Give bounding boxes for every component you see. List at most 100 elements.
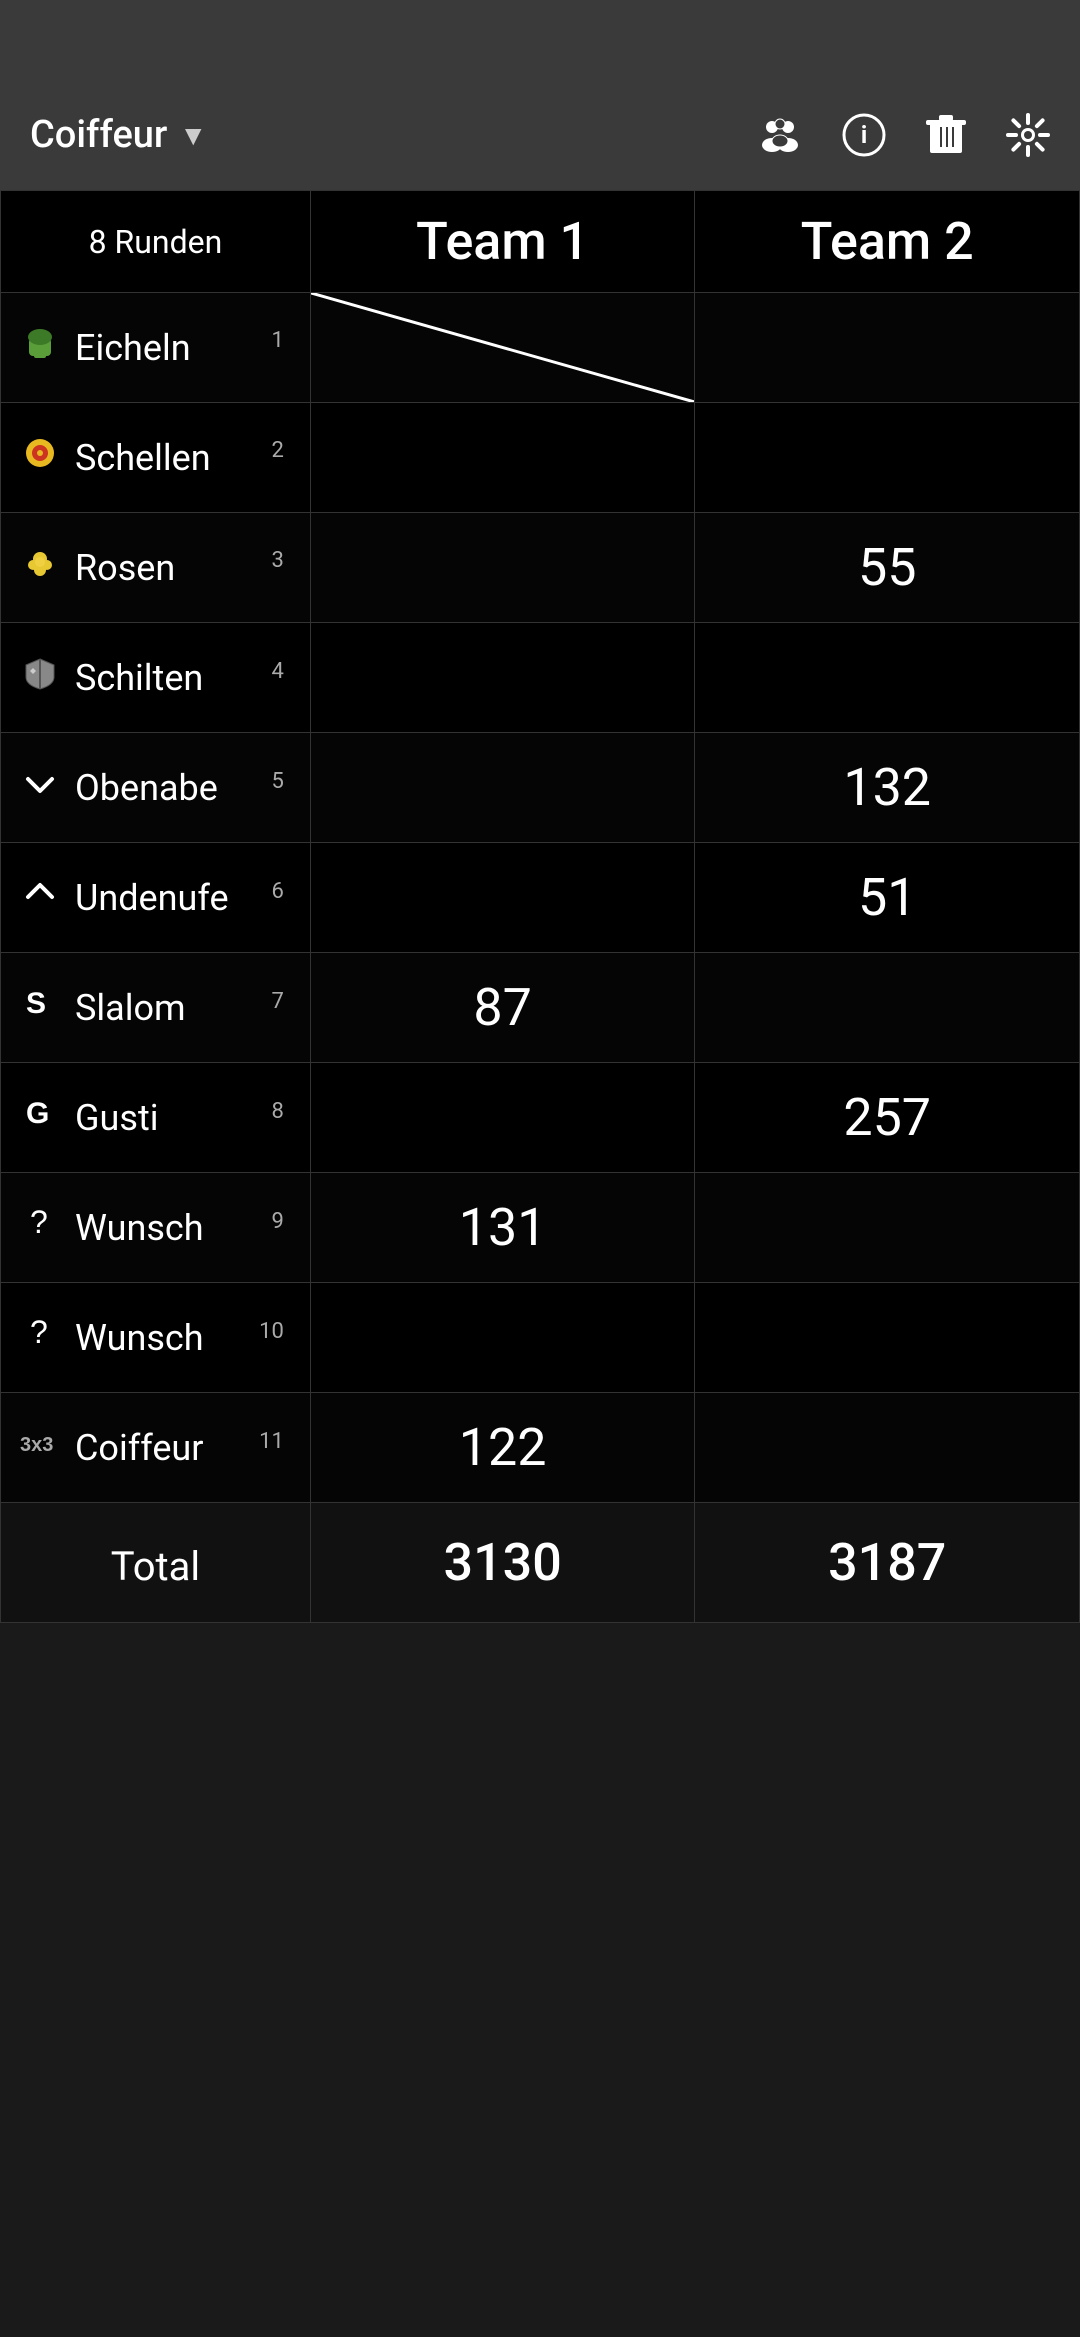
toolbar-icons: i xyxy=(758,113,1050,157)
eicheln-icon xyxy=(17,324,63,371)
info-icon[interactable]: i xyxy=(842,113,886,157)
wunsch-icon: ? xyxy=(17,1315,63,1360)
row-label-8[interactable]: ? Wunsch 9 xyxy=(1,1173,311,1283)
gusti-icon: G xyxy=(17,1095,63,1140)
round-number: 9 xyxy=(272,1209,284,1234)
row-7-team1-value[interactable] xyxy=(310,1063,695,1173)
row-label-text: Undenufe xyxy=(75,877,229,919)
rosen-icon xyxy=(17,544,63,591)
row-label-6[interactable]: S Slalom 7 xyxy=(1,953,311,1063)
row-9-team1-value[interactable] xyxy=(310,1283,695,1393)
main-table: 8 Runden Team 1 Team 2 Eicheln1Schellen2… xyxy=(0,190,1080,1623)
table-row[interactable]: Rosen 3 55 xyxy=(1,513,1080,623)
row-4-team1-value[interactable] xyxy=(310,733,695,843)
header-team1[interactable]: Team 1 xyxy=(310,191,695,293)
schellen-icon xyxy=(17,434,63,481)
row-1-team1-value[interactable] xyxy=(310,403,695,513)
round-number: 8 xyxy=(272,1099,284,1124)
row-label-text: Wunsch xyxy=(75,1207,204,1249)
row-label-2[interactable]: Rosen 3 xyxy=(1,513,311,623)
row-label-3[interactable]: Schilten 4 xyxy=(1,623,311,733)
row-1-team2-value[interactable] xyxy=(695,403,1080,513)
total-team2: 3187 xyxy=(695,1503,1080,1623)
row-10-team1-value[interactable]: 122 xyxy=(310,1393,695,1503)
row-5-team1-value[interactable] xyxy=(310,843,695,953)
row-6-team1-value[interactable]: 87 xyxy=(310,953,695,1063)
row-label-4[interactable]: Obenabe 5 xyxy=(1,733,311,843)
row-label-1[interactable]: Schellen 2 xyxy=(1,403,311,513)
row-label-text: Schellen xyxy=(75,437,211,479)
row-9-team2-value[interactable] xyxy=(695,1283,1080,1393)
row-5-team2-value[interactable]: 51 xyxy=(695,843,1080,953)
round-number: 6 xyxy=(272,879,284,904)
round-number: 10 xyxy=(259,1319,284,1344)
round-number: 3 xyxy=(272,548,284,573)
row-label-text: Gusti xyxy=(75,1097,158,1139)
row-2-team2-value[interactable]: 55 xyxy=(695,513,1080,623)
row-label-text: Wunsch xyxy=(75,1317,204,1359)
row-0-team1-value[interactable] xyxy=(310,293,695,403)
row-3-team1-value[interactable] xyxy=(310,623,695,733)
row-label-5[interactable]: Undenufe 6 xyxy=(1,843,311,953)
table-row[interactable]: Undenufe 6 51 xyxy=(1,843,1080,953)
score-table: 8 Runden Team 1 Team 2 Eicheln1Schellen2… xyxy=(0,190,1080,1623)
toolbar-title: Coiffeur ▼ xyxy=(30,113,738,157)
group-icon[interactable] xyxy=(758,113,802,157)
row-label-text: Slalom xyxy=(75,987,186,1029)
round-number: 11 xyxy=(259,1429,284,1454)
row-label-9[interactable]: ? Wunsch 10 xyxy=(1,1283,311,1393)
row-label-0[interactable]: Eicheln 1 xyxy=(1,293,311,403)
undenufe-icon xyxy=(17,875,63,920)
svg-text:S: S xyxy=(26,987,46,1020)
row-6-team2-value[interactable] xyxy=(695,953,1080,1063)
table-row[interactable]: ? Wunsch 9 131 xyxy=(1,1173,1080,1283)
round-number: 5 xyxy=(272,769,284,794)
row-4-team2-value[interactable]: 132 xyxy=(695,733,1080,843)
obenabe-icon xyxy=(17,765,63,810)
wunsch-icon: ? xyxy=(17,1205,63,1250)
status-bar xyxy=(0,0,1080,80)
svg-text:?: ? xyxy=(30,1205,48,1240)
row-label-text: Coiffeur xyxy=(75,1427,203,1469)
dropdown-arrow-icon[interactable]: ▼ xyxy=(179,119,207,152)
svg-text:3x3: 3x3 xyxy=(20,1434,53,1456)
row-label-text: Obenabe xyxy=(75,767,218,809)
coiffeur-icon: 3x3 xyxy=(17,1425,63,1470)
table-row[interactable]: Obenabe 5 132 xyxy=(1,733,1080,843)
round-number: 7 xyxy=(272,989,284,1014)
table-row[interactable]: Schellen 2 xyxy=(1,403,1080,513)
header-team2[interactable]: Team 2 xyxy=(695,191,1080,293)
svg-text:?: ? xyxy=(30,1315,48,1350)
svg-text:G: G xyxy=(26,1097,49,1130)
row-10-team2-value[interactable] xyxy=(695,1393,1080,1503)
table-row[interactable]: S Slalom 7 87 xyxy=(1,953,1080,1063)
row-8-team2-value[interactable] xyxy=(695,1173,1080,1283)
row-2-team1-value[interactable] xyxy=(310,513,695,623)
total-row: Total31303187 xyxy=(1,1503,1080,1623)
row-7-team2-value[interactable]: 257 xyxy=(695,1063,1080,1173)
schilten-icon xyxy=(17,655,63,700)
row-0-team2-value[interactable] xyxy=(695,293,1080,403)
row-label-text: Eicheln xyxy=(75,327,191,369)
svg-text:i: i xyxy=(861,121,867,149)
toolbar: Coiffeur ▼ i xyxy=(0,80,1080,190)
table-row[interactable]: 3x3 Coiffeur 11 122 xyxy=(1,1393,1080,1503)
delete-icon[interactable] xyxy=(926,113,966,157)
table-row[interactable]: Schilten 4 xyxy=(1,623,1080,733)
round-number: 4 xyxy=(272,659,284,684)
table-row[interactable]: Eicheln 1 xyxy=(1,293,1080,403)
row-label-text: Rosen xyxy=(75,547,175,589)
settings-icon[interactable] xyxy=(1006,113,1050,157)
table-row[interactable]: ? Wunsch 10 xyxy=(1,1283,1080,1393)
round-number: 1 xyxy=(272,328,284,353)
row-label-text: Schilten xyxy=(75,657,203,699)
row-label-7[interactable]: G Gusti 8 xyxy=(1,1063,311,1173)
total-team1: 3130 xyxy=(310,1503,695,1623)
row-label-10[interactable]: 3x3 Coiffeur 11 xyxy=(1,1393,311,1503)
row-3-team2-value[interactable] xyxy=(695,623,1080,733)
round-number: 2 xyxy=(272,438,284,463)
table-row[interactable]: G Gusti 8 257 xyxy=(1,1063,1080,1173)
slalom-icon: S xyxy=(17,985,63,1030)
total-label: Total xyxy=(1,1503,311,1623)
row-8-team1-value[interactable]: 131 xyxy=(310,1173,695,1283)
